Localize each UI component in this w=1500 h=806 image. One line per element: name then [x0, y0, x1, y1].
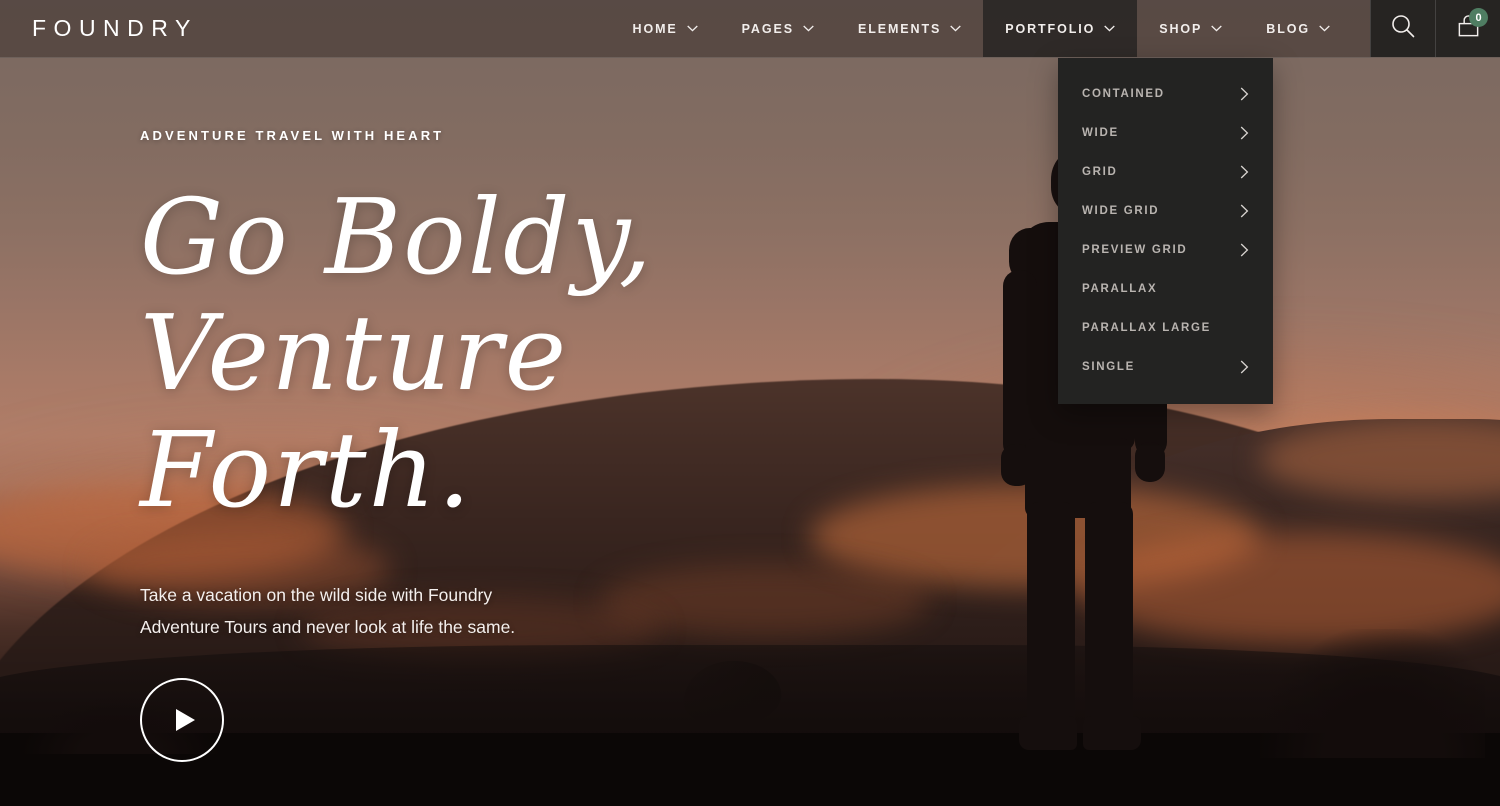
dropdown-item-label: GRID: [1082, 165, 1118, 178]
portfolio-dropdown-menu: CONTAINED WIDE GRID WIDE GRID PREVIEW GR…: [1058, 58, 1273, 404]
nav-item-label: BLOG: [1266, 21, 1310, 36]
play-video-button[interactable]: [140, 678, 224, 763]
hero-eyebrow: ADVENTURE TRAVEL WITH HEART: [140, 128, 445, 143]
hero-headline: Go Boldy, Venture Forth.: [140, 176, 654, 531]
chevron-down-icon: [1211, 25, 1223, 32]
dropdown-item-contained[interactable]: CONTAINED: [1058, 74, 1273, 113]
nav-item-label: PORTFOLIO: [1005, 21, 1096, 36]
play-triangle-icon: [175, 709, 195, 732]
nav-item-label: PAGES: [741, 21, 794, 36]
hero-content: ADVENTURE TRAVEL WITH HEART Go Boldy, Ve…: [140, 128, 860, 763]
site-header: FOUNDRY HOME PAGES ELEMENTS PORTFOLIO SH…: [0, 0, 1500, 58]
dropdown-item-label: PARALLAX: [1082, 282, 1158, 295]
chevron-down-icon: [686, 25, 698, 32]
chevron-down-icon: [950, 25, 961, 32]
nav-item-label: HOME: [632, 21, 678, 36]
main-navigation: HOME PAGES ELEMENTS PORTFOLIO SHOP BLOG: [611, 0, 1352, 57]
header-spacer: [198, 0, 611, 57]
dropdown-item-label: WIDE GRID: [1082, 204, 1160, 217]
chevron-right-icon: [1240, 87, 1249, 101]
cart-button[interactable]: 0: [1435, 0, 1500, 57]
site-logo[interactable]: FOUNDRY: [32, 15, 198, 42]
dropdown-item-label: PREVIEW GRID: [1082, 243, 1188, 256]
nav-item-elements[interactable]: ELEMENTS: [836, 0, 983, 57]
dropdown-item-label: WIDE: [1082, 126, 1119, 139]
dropdown-item-single[interactable]: SINGLE: [1058, 347, 1273, 386]
chevron-right-icon: [1240, 126, 1249, 140]
dropdown-item-preview-grid[interactable]: PREVIEW GRID: [1058, 230, 1273, 269]
chevron-down-icon: [803, 25, 814, 32]
nav-item-shop[interactable]: SHOP: [1137, 0, 1244, 57]
dropdown-item-wide[interactable]: WIDE: [1058, 113, 1273, 152]
chevron-right-icon: [1240, 360, 1249, 374]
hero-description: Take a vacation on the wild side with Fo…: [140, 585, 516, 638]
chevron-down-icon: [1319, 25, 1330, 32]
search-icon: [1390, 13, 1416, 44]
dropdown-item-label: CONTAINED: [1082, 87, 1165, 100]
nav-item-blog[interactable]: BLOG: [1244, 0, 1352, 57]
logo-zone[interactable]: FOUNDRY: [0, 0, 198, 57]
foreground-tree: [1260, 628, 1485, 758]
chevron-down-icon: [1104, 25, 1115, 32]
page-stage: FOUNDRY HOME PAGES ELEMENTS PORTFOLIO SH…: [0, 0, 1500, 806]
nav-item-home[interactable]: HOME: [611, 0, 720, 57]
nav-item-portfolio[interactable]: PORTFOLIO: [983, 0, 1138, 57]
chevron-right-icon: [1240, 243, 1249, 257]
chevron-right-icon: [1240, 165, 1249, 179]
nav-item-label: ELEMENTS: [857, 21, 942, 36]
dropdown-item-parallax[interactable]: PARALLAX: [1058, 269, 1273, 308]
header-icon-zone: 0: [1370, 0, 1500, 57]
dropdown-item-label: SINGLE: [1082, 360, 1136, 373]
dropdown-item-label: PARALLAX LARGE: [1082, 321, 1212, 334]
dropdown-item-grid[interactable]: GRID: [1058, 152, 1273, 191]
nav-item-label: SHOP: [1159, 21, 1203, 36]
dropdown-item-parallax-large[interactable]: PARALLAX LARGE: [1058, 308, 1273, 347]
nav-item-pages[interactable]: PAGES: [720, 0, 836, 57]
chevron-right-icon: [1240, 204, 1249, 218]
cart-count-badge: 0: [1469, 8, 1488, 27]
dropdown-item-wide-grid[interactable]: WIDE GRID: [1058, 191, 1273, 230]
search-button[interactable]: [1370, 0, 1435, 57]
